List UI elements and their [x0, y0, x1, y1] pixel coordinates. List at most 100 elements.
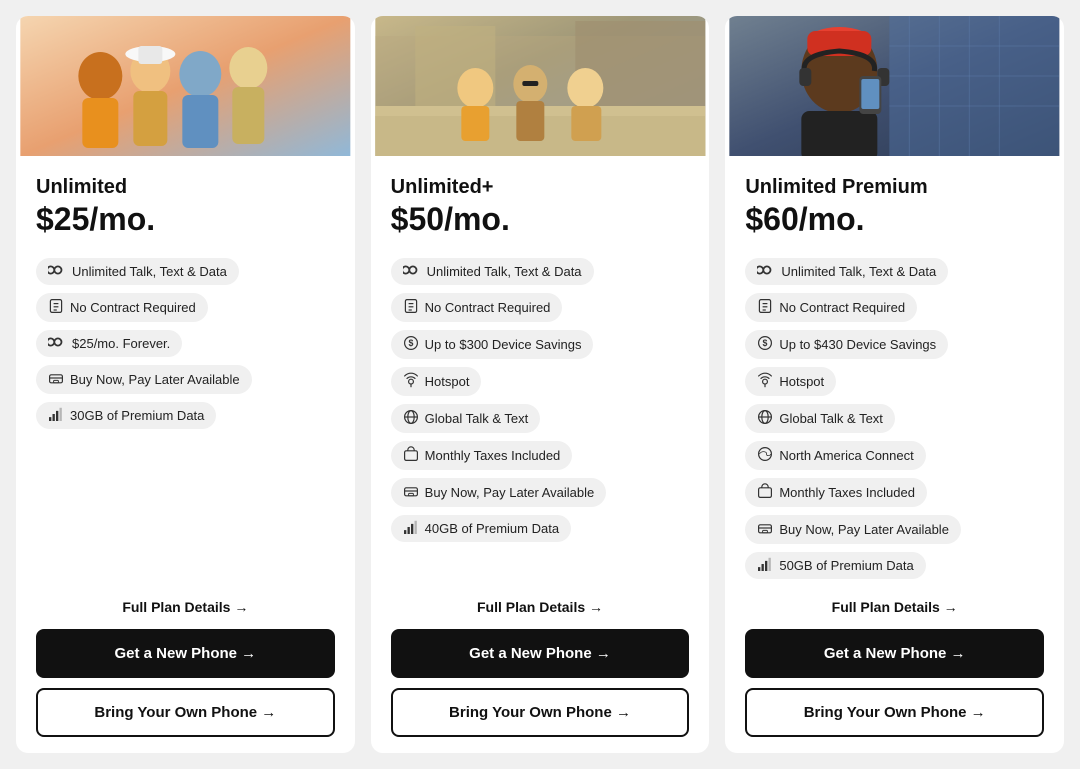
feature-label: Global Talk & Text	[779, 411, 883, 426]
feature-label: Unlimited Talk, Text & Data	[72, 264, 227, 279]
feature-badge: Global Talk & Text	[391, 404, 541, 433]
feature-item: Buy Now, Pay Later Available	[391, 478, 690, 507]
feature-item: 50GB of Premium Data	[745, 552, 1044, 579]
feature-badge: Unlimited Talk, Text & Data	[36, 258, 239, 285]
feature-icon	[757, 446, 773, 465]
feature-item: North America Connect	[745, 441, 1044, 470]
plan-name: Unlimited Premium	[745, 176, 1044, 199]
feature-label: No Contract Required	[779, 300, 905, 315]
get-new-phone-button[interactable]: Get a New Phone →	[745, 629, 1044, 678]
feature-badge: Buy Now, Pay Later Available	[36, 365, 252, 394]
feature-item: $ Up to $430 Device Savings	[745, 330, 1044, 359]
plan-name: Unlimited+	[391, 176, 690, 199]
feature-badge: Unlimited Talk, Text & Data	[391, 258, 594, 285]
feature-icon	[403, 372, 419, 391]
feature-badge: Hotspot	[391, 367, 482, 396]
feature-item: No Contract Required	[391, 293, 690, 322]
plan-card-unlimited: Unlimited$25/mo. Unlimited Talk, Text & D…	[16, 16, 355, 753]
bring-your-own-phone-button[interactable]: Bring Your Own Phone →	[745, 688, 1044, 737]
feature-badge: No Contract Required	[745, 293, 917, 322]
full-plan-details-link[interactable]: Full Plan Details →	[745, 599, 1044, 615]
feature-label: Monthly Taxes Included	[425, 448, 561, 463]
features-list: Unlimited Talk, Text & Data No Contract R…	[36, 258, 335, 579]
feature-item: $ Up to $300 Device Savings	[391, 330, 690, 359]
feature-label: 30GB of Premium Data	[70, 408, 204, 423]
feature-badge: Unlimited Talk, Text & Data	[745, 258, 948, 285]
feature-item: Buy Now, Pay Later Available	[36, 365, 335, 394]
feature-label: 40GB of Premium Data	[425, 521, 559, 536]
feature-badge: Hotspot	[745, 367, 836, 396]
feature-item: Hotspot	[745, 367, 1044, 396]
feature-icon	[403, 520, 419, 537]
feature-icon: $	[757, 335, 773, 354]
feature-icon	[403, 409, 419, 428]
plan-name: Unlimited	[36, 176, 335, 199]
feature-label: Unlimited Talk, Text & Data	[427, 264, 582, 279]
feature-badge: Monthly Taxes Included	[391, 441, 573, 470]
full-plan-details-link[interactable]: Full Plan Details →	[36, 599, 335, 615]
feature-icon	[48, 407, 64, 424]
full-plan-details-link[interactable]: Full Plan Details →	[391, 599, 690, 615]
plan-card-unlimited-plus: Unlimited+$50/mo. Unlimited Talk, Text & …	[371, 16, 710, 753]
plan-image-unlimited-plus	[371, 16, 710, 156]
feature-badge: $25/mo. Forever.	[36, 330, 182, 357]
feature-icon	[403, 483, 419, 502]
svg-text:$: $	[408, 338, 413, 348]
feature-label: Buy Now, Pay Later Available	[425, 485, 595, 500]
feature-label: Up to $300 Device Savings	[425, 337, 582, 352]
feature-item: Global Talk & Text	[745, 404, 1044, 433]
plan-image-unlimited-premium	[725, 16, 1064, 156]
feature-label: Buy Now, Pay Later Available	[70, 372, 240, 387]
feature-label: Hotspot	[779, 374, 824, 389]
feature-badge: No Contract Required	[36, 293, 208, 322]
feature-label: Monthly Taxes Included	[779, 485, 915, 500]
bring-your-own-phone-button[interactable]: Bring Your Own Phone →	[391, 688, 690, 737]
bring-your-own-phone-button[interactable]: Bring Your Own Phone →	[36, 688, 335, 737]
feature-icon	[403, 298, 419, 317]
feature-badge: 40GB of Premium Data	[391, 515, 571, 542]
get-new-phone-button[interactable]: Get a New Phone →	[36, 629, 335, 678]
feature-badge: 30GB of Premium Data	[36, 402, 216, 429]
plan-price: $60/mo.	[745, 201, 1044, 238]
feature-badge: Buy Now, Pay Later Available	[745, 515, 961, 544]
plan-price: $25/mo.	[36, 201, 335, 238]
feature-item: Monthly Taxes Included	[391, 441, 690, 470]
get-new-phone-button[interactable]: Get a New Phone →	[391, 629, 690, 678]
feature-item: Monthly Taxes Included	[745, 478, 1044, 507]
feature-icon	[48, 370, 64, 389]
plan-image-unlimited	[16, 16, 355, 156]
plan-card-unlimited-premium: Unlimited Premium$60/mo. Unlimited Talk, …	[725, 16, 1064, 753]
feature-icon	[757, 409, 773, 428]
feature-icon	[403, 446, 419, 465]
plan-price: $50/mo.	[391, 201, 690, 238]
feature-label: No Contract Required	[70, 300, 196, 315]
feature-icon	[403, 263, 421, 280]
feature-item: No Contract Required	[36, 293, 335, 322]
feature-label: North America Connect	[779, 448, 913, 463]
features-list: Unlimited Talk, Text & Data No Contract R…	[745, 258, 1044, 579]
feature-label: Up to $430 Device Savings	[779, 337, 936, 352]
feature-item: Unlimited Talk, Text & Data	[391, 258, 690, 285]
feature-item: $25/mo. Forever.	[36, 330, 335, 357]
feature-label: Hotspot	[425, 374, 470, 389]
feature-icon	[757, 483, 773, 502]
feature-icon: $	[403, 335, 419, 354]
feature-badge: 50GB of Premium Data	[745, 552, 925, 579]
feature-badge: $ Up to $300 Device Savings	[391, 330, 594, 359]
feature-icon	[757, 372, 773, 391]
feature-icon	[48, 335, 66, 352]
feature-label: Buy Now, Pay Later Available	[779, 522, 949, 537]
feature-badge: No Contract Required	[391, 293, 563, 322]
feature-label: Unlimited Talk, Text & Data	[781, 264, 936, 279]
feature-label: 50GB of Premium Data	[779, 558, 913, 573]
feature-item: Hotspot	[391, 367, 690, 396]
feature-item: Unlimited Talk, Text & Data	[36, 258, 335, 285]
feature-badge: Global Talk & Text	[745, 404, 895, 433]
feature-badge: Buy Now, Pay Later Available	[391, 478, 607, 507]
feature-item: Buy Now, Pay Later Available	[745, 515, 1044, 544]
feature-label: $25/mo. Forever.	[72, 336, 170, 351]
feature-badge: Monthly Taxes Included	[745, 478, 927, 507]
feature-item: Unlimited Talk, Text & Data	[745, 258, 1044, 285]
feature-item: No Contract Required	[745, 293, 1044, 322]
feature-label: Global Talk & Text	[425, 411, 529, 426]
